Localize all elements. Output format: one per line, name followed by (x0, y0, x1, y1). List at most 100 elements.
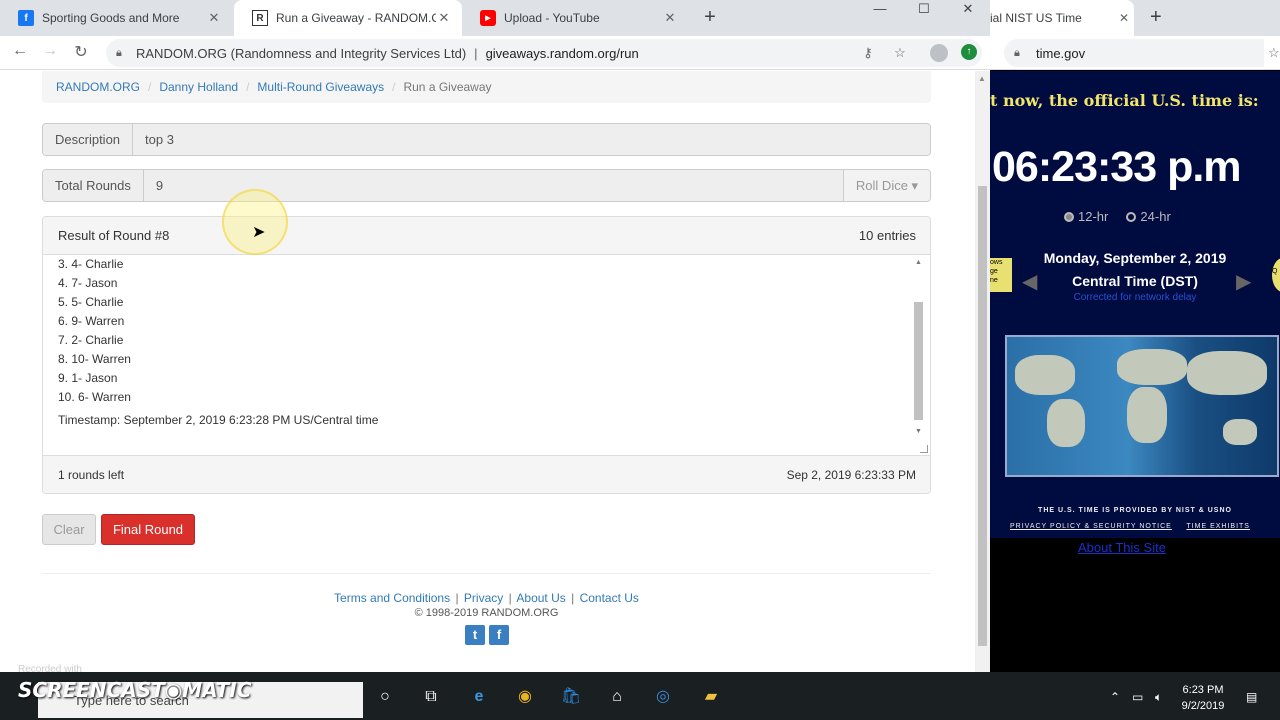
store-icon[interactable]: 🛍︎ (560, 686, 582, 708)
scroll-up-icon[interactable]: ▲ (913, 259, 924, 266)
time-gov-page: t now, the official U.S. time is: 06:23:… (990, 71, 1280, 538)
lock-icon: 🔒︎ (1014, 46, 1020, 59)
current-date: Monday, September 2, 2019 (1043, 250, 1227, 266)
tab-title: Upload - YouTube (504, 11, 600, 25)
radio-24hr-label: 24-hr (1140, 209, 1171, 224)
close-icon[interactable]: ✕ (206, 10, 222, 26)
breadcrumb-multi-round[interactable]: Multi-Round Giveaways (257, 80, 384, 94)
terms-link[interactable]: Terms and Conditions (334, 591, 450, 605)
home-icon[interactable]: ⌂ (606, 686, 628, 708)
textarea-scrollbar[interactable]: ▲ ▼ (913, 259, 924, 435)
new-tab-button[interactable]: + (1150, 6, 1162, 29)
about-site-link[interactable]: About This Site (1078, 540, 1166, 555)
time-format-radios: 12-hr 24-hr (1064, 209, 1171, 224)
new-tab-button[interactable]: + (698, 6, 722, 30)
footer-links: Terms and Conditions | Privacy | About U… (42, 591, 931, 605)
twitter-icon[interactable]: t (465, 625, 485, 645)
minimize-button[interactable]: — (858, 0, 902, 20)
close-icon[interactable]: ✕ (1114, 11, 1134, 25)
current-time: Sep 2, 2019 6:23:33 PM (786, 467, 916, 482)
address-bar[interactable]: 🔒︎ time.gov (1004, 39, 1264, 67)
address-bar[interactable]: 🔒︎ RANDOM.ORG (Randomness and Integrity … (106, 39, 982, 67)
profile-avatar-icon[interactable] (930, 44, 948, 62)
breadcrumb-user[interactable]: Danny Holland (159, 80, 238, 94)
battery-icon[interactable]: ▭ (1132, 690, 1143, 704)
final-round-button[interactable]: Final Round (101, 514, 195, 545)
time-zone: Central Time (DST) (1072, 273, 1198, 289)
privacy-link[interactable]: Privacy (464, 591, 503, 605)
address-separator: | (474, 45, 478, 61)
star-icon[interactable]: ☆ (892, 45, 908, 61)
close-icon[interactable]: ✕ (662, 10, 678, 26)
browser-window-time-gov: ial NIST US Time ✕ + 🔒︎ time.gov ☆ t now… (990, 0, 1280, 672)
tab-title: Run a Giveaway - RANDOM.ORG (276, 11, 436, 25)
browser-window-random-org: f Sporting Goods and More ✕ R Run a Give… (0, 0, 990, 672)
map-land (1127, 387, 1167, 443)
forward-button[interactable]: → (38, 42, 62, 64)
tab-title: ial NIST US Time (990, 11, 1082, 25)
about-link[interactable]: About Us (516, 591, 565, 605)
breadcrumb-current: Run a Giveaway (403, 80, 492, 94)
radio-24hr[interactable] (1126, 212, 1137, 222)
scroll-up-icon[interactable]: ▲ (978, 74, 986, 83)
description-group: Description top 3 (42, 123, 931, 156)
browser-toolbar: 🔒︎ time.gov ☆ (990, 36, 1280, 70)
tab-sporting-goods[interactable]: f Sporting Goods and More ✕ (0, 0, 232, 36)
page-scrollbar[interactable]: ▲ (975, 71, 990, 672)
time-exhibits-link[interactable]: TIME EXHIBITS (1186, 523, 1250, 530)
close-window-button[interactable]: ✕ (946, 0, 990, 20)
browser-toolbar: ← → ↻ 🔒︎ RANDOM.ORG (Randomness and Inte… (0, 36, 990, 70)
map-land (1223, 419, 1257, 445)
page-scroll-thumb[interactable] (978, 186, 987, 646)
map-land (1117, 349, 1187, 385)
list-item: 3. 4- Charlie (58, 257, 124, 271)
breadcrumb-divider: / (246, 80, 250, 94)
maximize-button[interactable]: ☐ (902, 0, 946, 20)
result-panel: Result of Round #8 10 entries 3. 4- Char… (42, 216, 931, 494)
url-text: time.gov (1036, 45, 1086, 61)
list-item: 7. 2- Charlie (58, 333, 124, 347)
nist-note: THE U.S. TIME IS PROVIDED BY NIST & USNO (1038, 507, 1232, 514)
radio-12hr-label: 12-hr (1078, 209, 1109, 224)
clock-time: 6:23 PM (1182, 684, 1224, 696)
radio-12hr[interactable] (1064, 212, 1074, 222)
task-view-icon[interactable]: ⧉ (420, 686, 442, 708)
tab-run-giveaway[interactable]: R Run a Giveaway - RANDOM.ORG ✕ (234, 0, 462, 36)
result-textarea[interactable]: 3. 4- Charlie 4. 7- Jason 5. 5- Charlie … (43, 255, 930, 455)
description-label: Description (43, 124, 134, 155)
taskbar-clock[interactable]: 6:23 PM 9/2/2019 (1175, 682, 1231, 714)
cortana-icon[interactable]: ○ (374, 686, 396, 708)
corrected-note: Corrected for network delay (1073, 292, 1197, 303)
file-explorer-icon[interactable]: ▰ (700, 686, 722, 708)
tab-youtube[interactable]: ▶ Upload - YouTube ✕ (462, 0, 688, 36)
time-gov-links: PRIVACY POLICY & SECURITY NOTICE TIME EX… (1010, 523, 1280, 530)
contact-link[interactable]: Contact Us (580, 591, 639, 605)
roll-dice-button[interactable]: Roll Dice ▾ (843, 170, 930, 201)
breadcrumb: RANDOM.ORG / Danny Holland / Multi-Round… (42, 71, 931, 103)
tab-nist-time[interactable]: ial NIST US Time ✕ (990, 0, 1134, 36)
scroll-thumb[interactable] (914, 302, 923, 420)
edge-icon[interactable]: e (468, 686, 490, 708)
star-icon[interactable]: ☆ (1268, 45, 1280, 61)
key-icon[interactable]: ⚷ (860, 45, 876, 61)
facebook-icon[interactable]: f (489, 625, 509, 645)
reload-button[interactable]: ↻ (69, 42, 93, 64)
entries-count: 10 entries (858, 228, 916, 243)
notification-icon[interactable]: ▤ (1246, 690, 1257, 704)
back-button[interactable]: ← (8, 42, 32, 64)
tab-strip: f Sporting Goods and More ✕ R Run a Give… (0, 0, 990, 36)
privacy-policy-link[interactable]: PRIVACY POLICY & SECURITY NOTICE (1010, 523, 1172, 530)
update-arrow-icon[interactable]: ↑ (961, 44, 977, 60)
resize-grip-icon[interactable] (920, 445, 928, 453)
volume-icon[interactable]: 🔈︎ (1155, 690, 1162, 705)
clear-button[interactable]: Clear (42, 514, 96, 545)
certificate-owner: RANDOM.ORG (Randomness and Integrity Ser… (136, 45, 467, 61)
breadcrumb-random-org[interactable]: RANDOM.ORG (56, 80, 140, 94)
screencast-icon[interactable]: ◎ (652, 686, 674, 708)
recorded-with-label: Recorded with (18, 664, 82, 675)
scroll-down-icon[interactable]: ▼ (913, 428, 924, 435)
chrome-icon[interactable]: ◉ (514, 686, 536, 708)
youtube-icon: ▶ (480, 10, 496, 26)
tray-up-arrow-icon[interactable]: ⌃ (1110, 690, 1120, 704)
close-icon[interactable]: ✕ (436, 10, 452, 26)
